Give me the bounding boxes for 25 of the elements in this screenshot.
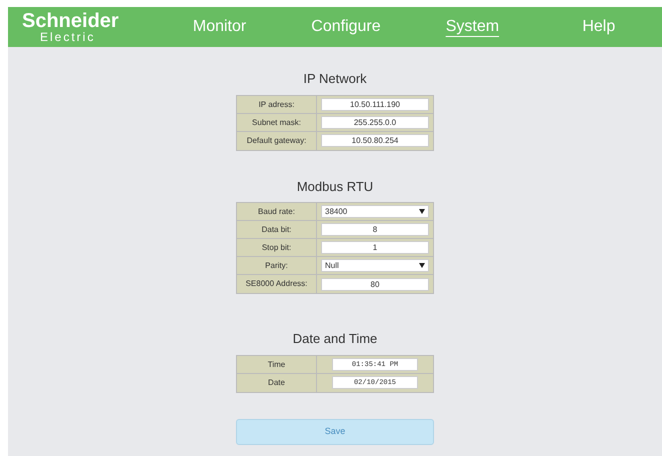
- input-field[interactable]: 80: [321, 278, 429, 290]
- dropdown-arrow-icon: [419, 209, 425, 214]
- section-title: Date and Time: [292, 330, 378, 348]
- dropdown-field[interactable]: Null: [321, 259, 429, 272]
- field-label: Date: [237, 374, 317, 392]
- field-label: Default gateway:: [237, 132, 317, 150]
- input-field[interactable]: 10.50.111.190: [321, 98, 429, 110]
- section-title: Modbus RTU: [296, 178, 374, 196]
- field-label: Subnet mask:: [237, 114, 317, 130]
- input-field[interactable]: 1: [321, 241, 429, 254]
- field-label: Parity:: [237, 257, 317, 274]
- logo-text: Schneider: [22, 11, 120, 31]
- input-field[interactable]: 10.50.80.254: [321, 134, 429, 147]
- field-label: Data bit:: [237, 221, 317, 238]
- field-label: Baud rate:: [237, 203, 317, 220]
- input-field[interactable]: 255.255.0.0: [321, 116, 429, 128]
- field-label: IP adress:: [237, 96, 317, 112]
- dropdown-arrow-icon: [419, 263, 425, 268]
- dropdown-field[interactable]: 38400: [321, 205, 429, 218]
- field-label: SE8000 Address:: [237, 275, 317, 293]
- logo-subtext: Electric: [39, 31, 96, 43]
- section-title: IP Network: [302, 70, 368, 88]
- input-field[interactable]: 8: [321, 223, 429, 236]
- field-label: Stop bit:: [237, 239, 317, 256]
- field-label: Time: [237, 356, 317, 372]
